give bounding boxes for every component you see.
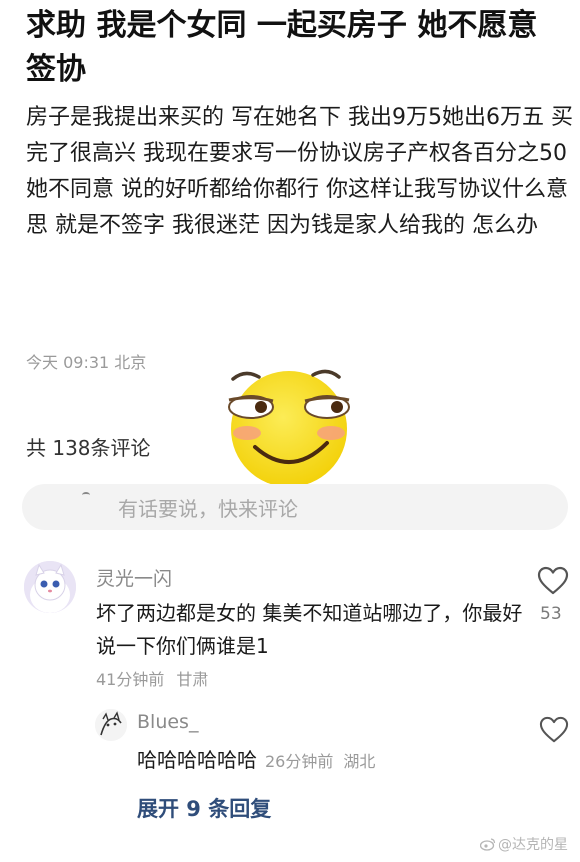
decorative-mark [82, 492, 90, 498]
heart-outline-icon[interactable] [539, 716, 569, 744]
avatar[interactable] [95, 709, 127, 741]
comment-location: 甘肃 [176, 670, 209, 689]
sketch-avatar-icon [95, 709, 127, 741]
reply-time: 26分钟前 [265, 752, 334, 771]
reply-username[interactable]: Blues_ [137, 711, 198, 733]
watermark-text: @达克的星 [498, 837, 568, 853]
comment-input-placeholder: 有话要说，快来评论 [118, 497, 298, 521]
comment-meta: 41分钟前 甘肃 [96, 666, 208, 690]
weibo-logo-icon [480, 838, 496, 851]
cat-avatar-icon [24, 561, 76, 613]
post-time: 今天 09:31 北京 [26, 353, 147, 372]
comment-input[interactable]: 有话要说，快来评论 [22, 484, 568, 530]
post-title: 求助 我是个女同 一起买房子 她不愿意签协 [26, 8, 538, 87]
comment-count: 共 138条评论 [26, 436, 151, 460]
reply-text: 哈哈哈哈哈哈 [137, 748, 257, 772]
comment-username[interactable]: 灵光一闪 [96, 564, 172, 591]
avatar[interactable] [24, 561, 76, 613]
watermark: @达克的星 [480, 834, 568, 854]
reply-location: 湖北 [343, 752, 376, 771]
reply-line: 哈哈哈哈哈哈 26分钟前 湖北 [137, 744, 375, 773]
like-count: 53 [540, 604, 562, 624]
smirk-face-emoji-icon [228, 369, 350, 487]
comment-text: 坏了两边都是女的 集美不知道站哪边了，你最好说一下你们俩谁是1 [96, 601, 523, 658]
post-body: 房子是我提出来买的 写在她名下 我出9万5她出6万五 买完了很高兴 我现在要求写… [26, 105, 573, 238]
expand-replies-button[interactable]: 展开 9 条回复 [137, 793, 271, 823]
comment-time: 41分钟前 [96, 670, 165, 689]
heart-outline-icon[interactable] [537, 566, 569, 596]
